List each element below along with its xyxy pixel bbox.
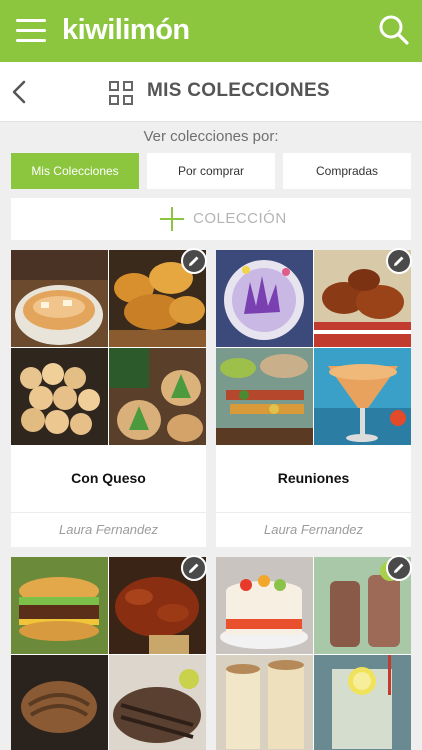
recipe-thumbnail bbox=[314, 655, 411, 750]
edit-pencil-icon[interactable] bbox=[181, 248, 207, 274]
edit-pencil-icon[interactable] bbox=[386, 555, 412, 581]
chevron-left-icon[interactable] bbox=[8, 76, 36, 108]
app-logo[interactable]: kiwilimón bbox=[62, 10, 190, 50]
collection-thumbnail-grid bbox=[11, 557, 206, 750]
collection-card[interactable] bbox=[11, 555, 207, 750]
recipe-thumbnail bbox=[216, 348, 313, 445]
collection-name: Reuniones bbox=[277, 470, 350, 486]
add-collection-button[interactable]: COLECCIÓN bbox=[11, 198, 411, 240]
filter-label: Ver colecciones por: bbox=[143, 128, 279, 145]
collection-owner: Laura Fernandez bbox=[11, 512, 206, 546]
collection-card[interactable]: Reuniones Laura Fernandez bbox=[216, 248, 412, 547]
plus-icon bbox=[160, 207, 184, 231]
recipe-thumbnail bbox=[11, 655, 108, 750]
add-collection-label: COLECCIÓN bbox=[193, 210, 287, 227]
page-title: MIS COLECCIONES bbox=[147, 80, 330, 101]
grid-icon bbox=[109, 81, 133, 105]
recipe-thumbnail bbox=[216, 250, 313, 347]
tab-compradas[interactable]: Compradas bbox=[283, 153, 411, 189]
recipe-thumbnail bbox=[216, 557, 313, 654]
collection-thumbnail-grid bbox=[216, 557, 411, 750]
recipe-thumbnail bbox=[11, 557, 108, 654]
collection-owner: Laura Fernandez bbox=[216, 512, 411, 546]
menu-line bbox=[16, 19, 46, 22]
edit-pencil-icon[interactable] bbox=[181, 555, 207, 581]
page-title-bar: MIS COLECCIONES bbox=[0, 62, 422, 122]
menu-line bbox=[16, 29, 46, 32]
edit-pencil-icon[interactable] bbox=[386, 248, 412, 274]
tab-por-comprar[interactable]: Por comprar bbox=[147, 153, 275, 189]
recipe-thumbnail bbox=[11, 348, 108, 445]
recipe-thumbnail bbox=[109, 655, 206, 750]
app-header: kiwilimón bbox=[0, 0, 422, 62]
search-icon[interactable] bbox=[378, 14, 410, 46]
menu-line bbox=[16, 39, 46, 42]
recipe-thumbnail bbox=[109, 348, 206, 445]
hamburger-icon[interactable] bbox=[14, 16, 48, 46]
collection-name: Con Queso bbox=[71, 470, 146, 486]
recipe-thumbnail bbox=[11, 250, 108, 347]
recipe-thumbnail bbox=[216, 655, 313, 750]
recipe-thumbnail bbox=[314, 348, 411, 445]
collection-thumbnail-grid bbox=[216, 250, 411, 446]
collection-card[interactable] bbox=[216, 555, 412, 750]
tab-mis-colecciones[interactable]: Mis Colecciones bbox=[11, 153, 139, 189]
collection-card[interactable]: Con Queso Laura Fernandez bbox=[11, 248, 207, 547]
collection-thumbnail-grid bbox=[11, 250, 206, 446]
